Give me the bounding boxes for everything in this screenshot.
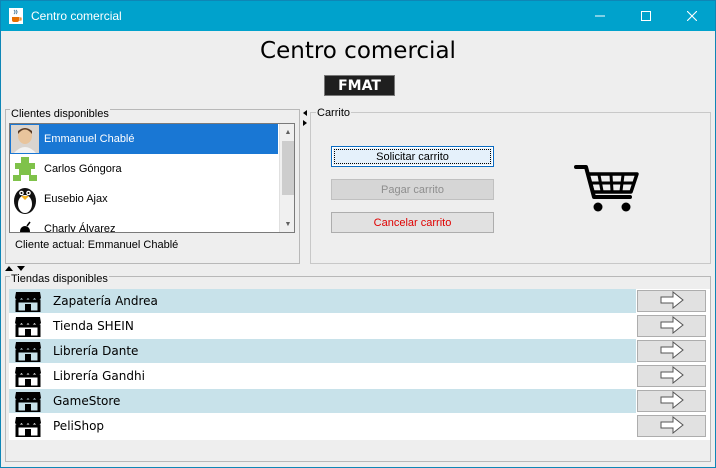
clients-group-label: Clientes disponibles: [10, 108, 110, 120]
client-name: Emmanuel Chablé: [44, 133, 135, 145]
arrow-right-icon: [660, 390, 684, 412]
cart-group-label: Carrito: [316, 107, 352, 119]
open-store-button[interactable]: [637, 340, 706, 362]
scroll-down-icon[interactable]: ▼: [280, 216, 294, 232]
store-name: Librería Gandhi: [53, 369, 145, 383]
store-icon: [14, 365, 42, 389]
request-cart-button[interactable]: Solicitar carrito: [331, 146, 494, 167]
photo-avatar-icon: [10, 124, 40, 154]
store-row[interactable]: Tienda SHEIN: [9, 314, 710, 339]
store-name: GameStore: [53, 394, 121, 408]
page-title: Centro comercial: [260, 38, 456, 64]
bomb-avatar-icon: [10, 214, 40, 232]
open-store-button[interactable]: [637, 390, 706, 412]
arrow-right-icon: [660, 365, 684, 387]
list-item-client[interactable]: Emmanuel Chablé: [10, 124, 278, 154]
cancel-cart-button[interactable]: Cancelar carrito: [331, 212, 494, 233]
store-icon: [14, 290, 42, 314]
list-item-client[interactable]: Charly Álvarez: [10, 214, 278, 233]
maximize-button[interactable]: [623, 1, 669, 31]
client-name: Charly Álvarez: [44, 223, 116, 233]
penguin-avatar-icon: [10, 184, 40, 214]
current-client-label: Cliente actual: Emmanuel Chablé: [15, 239, 179, 251]
store-name: Zapatería Andrea: [53, 294, 158, 308]
minimize-button[interactable]: [577, 1, 623, 31]
list-item-client[interactable]: Eusebio Ajax: [10, 184, 278, 214]
stores-list: Zapatería Andrea Tienda SHEIN Librería D…: [9, 289, 710, 440]
store-row[interactable]: Librería Gandhi: [9, 364, 710, 389]
store-row[interactable]: PeliShop: [9, 414, 710, 439]
store-icon: [14, 340, 42, 364]
arrow-right-icon: [660, 290, 684, 312]
stores-group-label: Tiendas disponibles: [10, 273, 109, 285]
store-row[interactable]: Librería Dante: [9, 339, 710, 364]
client-name: Eusebio Ajax: [44, 193, 108, 205]
open-store-button[interactable]: [637, 315, 706, 337]
shopping-cart-icon: [574, 164, 640, 214]
scroll-thumb[interactable]: [282, 141, 294, 195]
close-button[interactable]: [669, 1, 715, 31]
horizontal-splitter[interactable]: [4, 264, 34, 272]
clients-scrollbar[interactable]: ▲ ▼: [279, 124, 294, 232]
title-bar: Centro comercial: [1, 1, 715, 31]
open-store-button[interactable]: [637, 415, 706, 437]
window-title: Centro comercial: [31, 9, 122, 23]
vertical-splitter[interactable]: [302, 109, 308, 264]
store-icon: [14, 415, 42, 439]
client-name: Carlos Góngora: [44, 163, 122, 175]
green-pixel-avatar-icon: [10, 154, 40, 184]
header: Centro comercial FMAT: [1, 31, 715, 106]
fmat-logo: FMAT: [324, 75, 395, 96]
store-name: PeliShop: [53, 419, 105, 433]
open-store-button[interactable]: [637, 365, 706, 387]
pay-cart-button[interactable]: Pagar carrito: [331, 179, 494, 200]
store-icon: [14, 315, 42, 339]
arrow-right-icon: [660, 415, 684, 437]
store-row[interactable]: GameStore: [9, 389, 710, 414]
arrow-right-icon: [660, 340, 684, 362]
java-cup-icon: [9, 8, 23, 24]
clients-list[interactable]: Emmanuel Chablé Carlos Góngora Eusebio A…: [9, 123, 295, 233]
open-store-button[interactable]: [637, 290, 706, 312]
scroll-up-icon[interactable]: ▲: [280, 124, 294, 140]
store-row[interactable]: Zapatería Andrea: [9, 289, 710, 314]
list-item-client[interactable]: Carlos Góngora: [10, 154, 278, 184]
store-name: Tienda SHEIN: [53, 319, 134, 333]
store-name: Librería Dante: [53, 344, 139, 358]
arrow-right-icon: [660, 315, 684, 337]
store-icon: [14, 390, 42, 414]
